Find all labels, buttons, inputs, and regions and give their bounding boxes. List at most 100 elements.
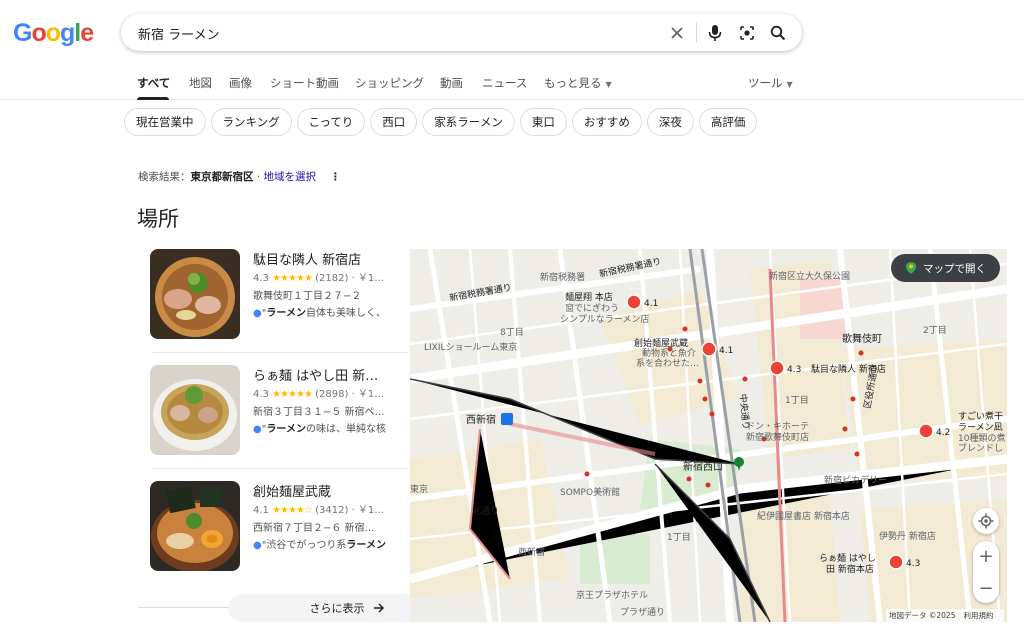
svg-text:ドン・キホーテ: ドン・キホーテ bbox=[746, 421, 809, 432]
svg-text:動物系と魚介: 動物系と魚介 bbox=[642, 347, 696, 359]
svg-text:北通り: 北通り bbox=[472, 506, 499, 517]
place-address: 西新宿７丁目２−６ 新宿… bbox=[253, 523, 375, 534]
search-icon[interactable] bbox=[767, 22, 789, 44]
chip-open-now[interactable]: 現在営業中 bbox=[124, 108, 206, 136]
tab-images[interactable]: 画像 bbox=[229, 75, 252, 91]
tab-short-videos[interactable]: ショート動画 bbox=[270, 75, 339, 91]
review-keyword: ラーメン bbox=[266, 308, 306, 319]
tab-tools-label: ツール bbox=[748, 76, 783, 90]
svg-text:歌舞伎町: 歌舞伎町 bbox=[842, 332, 882, 345]
place-photo bbox=[150, 365, 240, 455]
svg-text:2丁目: 2丁目 bbox=[923, 325, 947, 336]
svg-text:4.2: 4.2 bbox=[936, 428, 950, 438]
active-tab-indicator bbox=[137, 97, 169, 100]
place-rating: 4.3 ★★★★★ (2898) · ￥1… bbox=[253, 385, 403, 400]
user-icon: ● bbox=[253, 540, 262, 551]
svg-text:新宿西口: 新宿西口 bbox=[683, 460, 723, 473]
more-options-icon[interactable]: ⋮ bbox=[330, 171, 341, 183]
svg-text:窗でにぎわう: 窗でにぎわう bbox=[565, 302, 619, 314]
search-box[interactable]: 新宿 ラーメン bbox=[121, 14, 802, 51]
chip-iekei[interactable]: 家系ラーメン bbox=[422, 108, 515, 136]
review-pre: "渋谷でがっつり系 bbox=[261, 540, 347, 551]
open-in-maps-label: マップで開く bbox=[923, 262, 986, 275]
my-location-icon[interactable] bbox=[973, 508, 999, 534]
svg-text:プラザ通り: プラザ通り bbox=[620, 607, 665, 618]
user-icon: ● bbox=[253, 308, 262, 319]
open-in-maps-button[interactable]: マップで開く bbox=[891, 254, 1000, 282]
zoom-out-button[interactable]: − bbox=[973, 573, 999, 603]
svg-text:4.1: 4.1 bbox=[719, 346, 733, 356]
rating-stars: ★★★★☆ bbox=[272, 505, 313, 516]
chevron-down-icon: ▼ bbox=[786, 80, 793, 89]
tab-all[interactable]: すべて bbox=[137, 75, 170, 91]
price-level: · ￥1… bbox=[351, 389, 385, 400]
tab-tools[interactable]: ツール ▼ bbox=[748, 75, 793, 91]
place-item[interactable]: 創始麺屋武蔵 4.1 ★★★★☆ (3412) · ￥1… 西新宿７丁目２−６ … bbox=[137, 476, 409, 584]
clear-icon[interactable] bbox=[666, 22, 688, 44]
rating-stars: ★★★★★ bbox=[272, 389, 313, 400]
tab-maps[interactable]: 地図 bbox=[189, 75, 212, 91]
place-review: ●"ラーメンの味は、単純な核 bbox=[253, 420, 403, 435]
chip-west-exit[interactable]: 西口 bbox=[370, 108, 418, 136]
svg-text:新宿ピカデリー: 新宿ピカデリー bbox=[824, 474, 887, 486]
place-address: 新宿３丁目３１−５ 新宿ペ… bbox=[253, 407, 385, 418]
svg-text:麺屋翔 本店: 麺屋翔 本店 bbox=[565, 291, 613, 303]
place-name: 創始麺屋武蔵 bbox=[253, 485, 332, 500]
location-separator: · bbox=[253, 171, 264, 183]
place-item[interactable]: 駄目な隣人 新宿店 4.3 ★★★★★ (2182) · ￥1… 歌舞伎町１丁目… bbox=[137, 244, 409, 352]
review-post: の味は、単純な核 bbox=[305, 424, 386, 435]
lens-search-icon[interactable] bbox=[736, 22, 758, 44]
map-canvas: 新宿税務署 新宿税務署通り 新宿税務署通り 8丁目 LIXILショールーム東京 … bbox=[410, 249, 1007, 622]
svg-text:SOMPO美術館: SOMPO美術館 bbox=[560, 486, 620, 498]
price-level: · ￥1… bbox=[351, 505, 385, 516]
place-rating: 4.3 ★★★★★ (2182) · ￥1… bbox=[253, 269, 403, 284]
svg-text:駄目な隣人 新宿店: 駄目な隣人 新宿店 bbox=[811, 363, 886, 375]
svg-text:らぁ麺 はやし: らぁ麺 はやし bbox=[819, 552, 876, 564]
svg-text:西新宿: 西新宿 bbox=[518, 546, 545, 558]
terms-link[interactable]: 利用規約 bbox=[963, 611, 993, 620]
svg-text:シンプルなラーメン店: シンプルなラーメン店 bbox=[560, 313, 649, 325]
svg-text:4.1: 4.1 bbox=[644, 299, 658, 309]
svg-text:系を合わせた…: 系を合わせた… bbox=[636, 357, 699, 369]
search-input[interactable]: 新宿 ラーメン bbox=[138, 24, 220, 43]
user-icon: ● bbox=[253, 424, 262, 435]
map-view[interactable]: 新宿税務署 新宿税務署通り 新宿税務署通り 8丁目 LIXILショールーム東京 … bbox=[410, 249, 1007, 622]
place-item[interactable]: らぁ麺 はやし田 新… 4.3 ★★★★★ (2898) · ￥1… 新宿３丁目… bbox=[137, 360, 409, 468]
place-photo bbox=[150, 481, 240, 571]
tab-videos[interactable]: 動画 bbox=[440, 75, 463, 91]
place-review: ●"ラーメン自体も美味しく、 bbox=[253, 304, 403, 319]
chip-top-rated[interactable]: 高評価 bbox=[698, 108, 758, 136]
svg-text:LIXILショールーム東京: LIXILショールーム東京 bbox=[424, 341, 517, 353]
tab-shopping[interactable]: ショッピング bbox=[355, 75, 424, 91]
rating-value: 4.3 bbox=[253, 273, 269, 284]
chip-rich[interactable]: こってり bbox=[296, 108, 366, 136]
choose-area-link[interactable]: 地域を選択 bbox=[264, 171, 317, 183]
tab-more[interactable]: もっと見る ▼ bbox=[544, 75, 612, 91]
zoom-in-button[interactable]: + bbox=[973, 541, 999, 571]
svg-text:新宿歌舞伎町店: 新宿歌舞伎町店 bbox=[746, 431, 809, 443]
google-logo[interactable]: Google bbox=[13, 19, 94, 48]
rating-stars: ★★★★★ bbox=[272, 273, 313, 284]
tab-news[interactable]: ニュース bbox=[482, 75, 527, 91]
svg-text:紀伊國屋書店 新宿本店: 紀伊國屋書店 新宿本店 bbox=[757, 510, 850, 522]
zoom-controls: + − bbox=[973, 541, 999, 603]
place-review: ●"渋谷でがっつり系ラーメン bbox=[253, 536, 403, 551]
rating-value: 4.3 bbox=[253, 389, 269, 400]
chevron-down-icon: ▼ bbox=[605, 80, 612, 89]
place-rating: 4.1 ★★★★☆ (3412) · ￥1… bbox=[253, 501, 403, 516]
chip-ranking[interactable]: ランキング bbox=[210, 108, 292, 136]
chip-recommended[interactable]: おすすめ bbox=[571, 108, 642, 136]
location-line: 検索結果：東京都新宿区 · 地域を選択 ⋮ bbox=[138, 169, 341, 184]
svg-text:田 新宿本店: 田 新宿本店 bbox=[826, 563, 874, 575]
chip-late-night[interactable]: 深夜 bbox=[646, 108, 694, 136]
svg-text:すごい煮干: すごい煮干 bbox=[958, 410, 1003, 422]
price-level: · ￥1… bbox=[351, 273, 385, 284]
chip-east-exit[interactable]: 東口 bbox=[519, 108, 567, 136]
map-data-credit: 地図データ ©2025 bbox=[889, 611, 956, 620]
voice-search-icon[interactable] bbox=[704, 22, 726, 44]
svg-text:創始麺屋武蔵: 創始麺屋武蔵 bbox=[634, 337, 688, 349]
review-post: 自体も美味しく、 bbox=[305, 308, 386, 319]
header: Google 新宿 ラーメン bbox=[0, 0, 1024, 62]
svg-text:1丁目: 1丁目 bbox=[785, 395, 809, 406]
svg-text:4.3: 4.3 bbox=[906, 559, 920, 569]
